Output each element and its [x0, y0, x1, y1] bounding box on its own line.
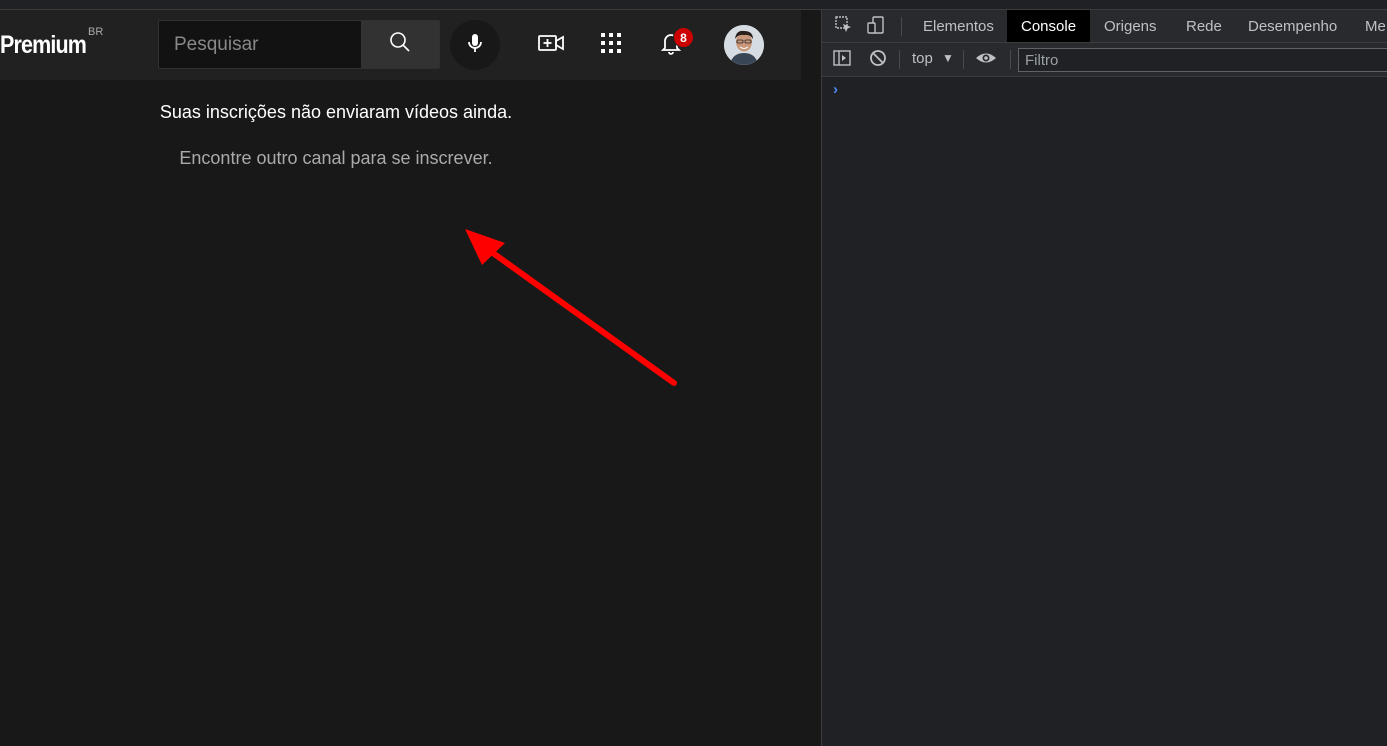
browser-top-edge [0, 0, 1387, 10]
console-prompt[interactable]: › [833, 81, 838, 98]
eye-icon [975, 48, 997, 73]
toolbar-divider [1010, 50, 1011, 69]
tab-elements[interactable]: Elementos [909, 10, 1008, 42]
tab-console[interactable]: Console [1007, 10, 1091, 42]
youtube-header: Premium BR Pesquisar 8 [0, 10, 801, 80]
device-toolbar-button[interactable] [865, 15, 887, 40]
show-sidebar-button[interactable] [831, 49, 853, 71]
toolbar-divider [901, 17, 902, 36]
create-video-icon [537, 31, 565, 60]
devtools-panel: Elementos Console Origens Rede Desempenh… [822, 10, 1387, 746]
console-toolbar: top ▼ [822, 43, 1387, 77]
search-button[interactable] [361, 21, 439, 68]
toolbar-divider [963, 50, 964, 69]
youtube-premium-logo[interactable]: Premium [0, 31, 87, 60]
search-box [158, 20, 440, 69]
panel-splitter[interactable] [801, 10, 821, 746]
tab-performance[interactable]: Desempenho [1234, 10, 1351, 42]
tab-memory[interactable]: Me [1351, 10, 1387, 42]
block-icon [868, 48, 888, 73]
devtools-tab-bar: Elementos Console Origens Rede Desempenh… [822, 10, 1387, 43]
find-channel-hint: Encontre outro canal para se inscrever. [179, 148, 493, 168]
notification-count-badge: 8 [673, 27, 694, 48]
inspect-element-button[interactable] [833, 15, 855, 40]
live-expression-button[interactable] [975, 49, 997, 71]
sidebar-toggle-icon [832, 48, 852, 73]
create-video-button[interactable] [536, 30, 566, 60]
search-icon [388, 30, 412, 59]
device-toggle-icon [866, 15, 886, 40]
avatar[interactable] [724, 25, 764, 65]
chevron-down-icon: ▼ [942, 51, 954, 65]
tab-sources[interactable]: Origens [1090, 10, 1171, 42]
search-input[interactable] [159, 21, 361, 68]
apps-grid-icon [599, 31, 623, 60]
toolbar-divider [899, 50, 900, 69]
microphone-icon [463, 31, 487, 60]
console-filter-input[interactable] [1018, 48, 1387, 72]
empty-subscriptions-title: Suas inscrições não enviaram vídeos aind… [159, 102, 513, 122]
red-annotation-arrow [465, 229, 677, 386]
tab-network[interactable]: Rede [1172, 10, 1236, 42]
logo-country-code: BR [88, 26, 104, 38]
context-selector[interactable]: top [912, 50, 933, 67]
clear-console-button[interactable] [867, 49, 889, 71]
voice-search-button[interactable] [450, 20, 500, 70]
apps-button[interactable] [596, 30, 626, 60]
youtube-page: Premium BR Pesquisar 8 Suas inscrições n… [0, 10, 801, 746]
cursor-select-icon [834, 15, 854, 40]
